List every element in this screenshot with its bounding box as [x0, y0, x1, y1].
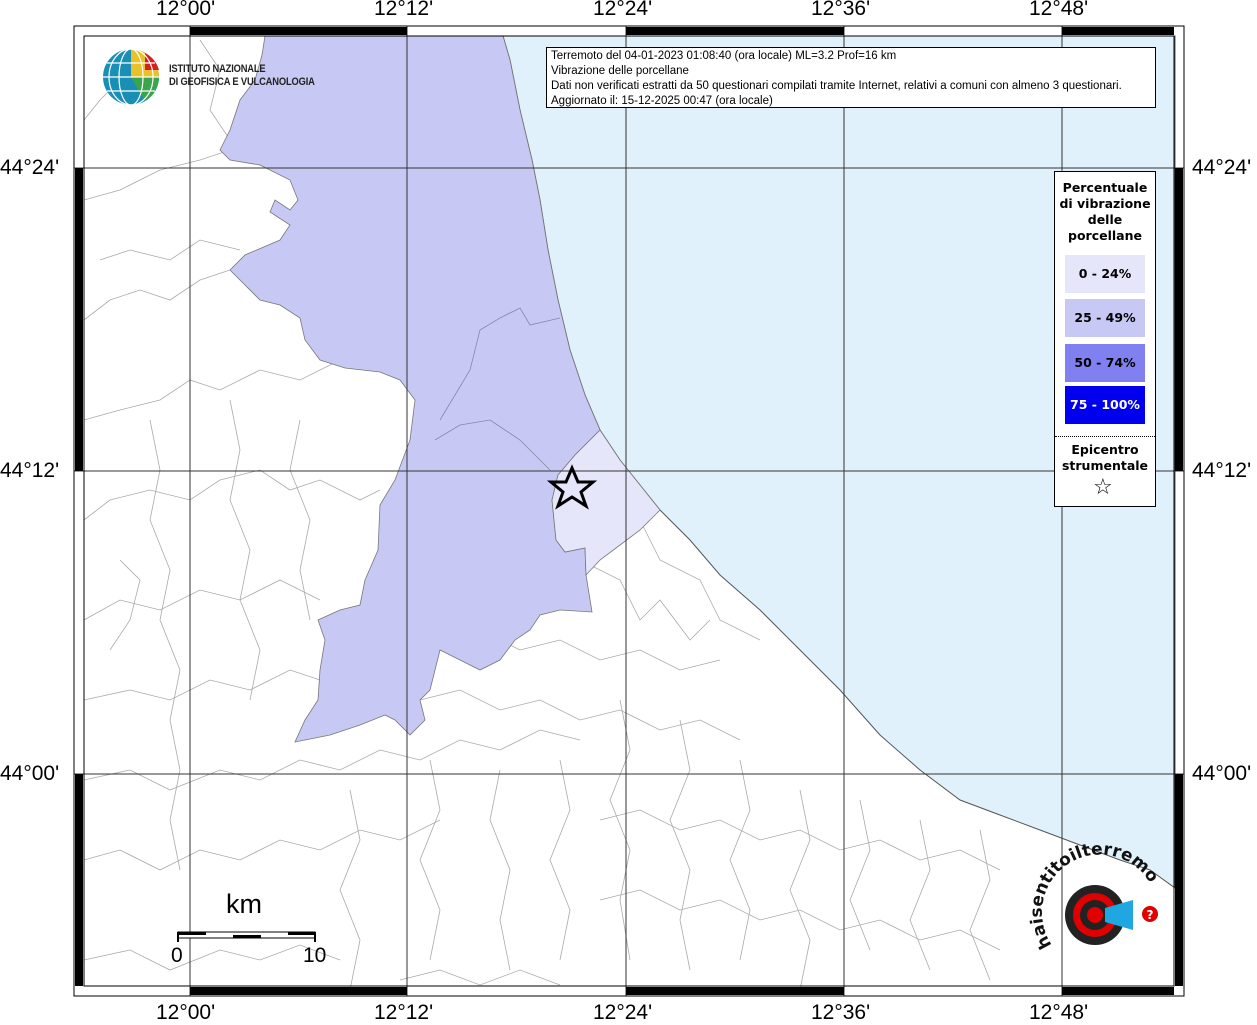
lat-label-right-3: 44°00' — [1192, 762, 1252, 785]
lon-label-bottom-1: 12°00' — [156, 1001, 216, 1024]
lon-label-bottom-4: 12°36' — [811, 1001, 871, 1024]
lon-label-top-3: 12°24' — [593, 0, 653, 20]
event-info-line: Terremoto del 04-01-2023 01:08:40 (ora l… — [551, 50, 897, 62]
legend-title-line: Percentuale — [1062, 180, 1148, 195]
scale-end-label: 10 — [303, 944, 327, 967]
legend-title-line: porcellane — [1068, 228, 1142, 243]
legend-item-25-49: 25 - 49% — [1065, 299, 1145, 337]
svg-text:?: ? — [1147, 908, 1154, 922]
ingv-logo-line: DI GEOFISICA E VULCANOLOGIA — [169, 76, 315, 88]
legend-item-label: 0 - 24% — [1078, 266, 1132, 281]
legend-epicenter-line: strumentale — [1061, 458, 1149, 473]
lat-label-right-1: 44°24' — [1192, 156, 1252, 179]
ingv-logo-text: ISTITUTO NAZIONALE DI GEOFISICA E VULCAN… — [169, 63, 315, 89]
lon-label-top-2: 12°12' — [374, 0, 434, 20]
event-info-line: Vibrazione delle porcellane — [551, 65, 689, 77]
legend-epicenter-star-icon: ☆ — [1093, 475, 1113, 500]
scale-unit-label: km — [226, 889, 262, 919]
lon-label-bottom-2: 12°12' — [374, 1001, 434, 1024]
legend-epicenter-line: Epicentro — [1071, 442, 1139, 457]
legend: Percentuale di vibrazione delle porcella… — [1054, 171, 1156, 507]
legend-item-label: 75 - 100% — [1070, 397, 1140, 412]
legend-divider — [1055, 436, 1155, 437]
legend-epicenter-label: Epicentro strumentale — [1055, 442, 1155, 474]
ingv-logo-globe — [103, 48, 159, 106]
lon-label-bottom-3: 12°24' — [593, 1001, 653, 1024]
legend-title-line: delle — [1087, 212, 1123, 227]
event-info-line: Aggiornato il: 15-12-2025 00:47 (ora loc… — [551, 95, 773, 107]
lat-label-left-1: 44°24' — [0, 156, 60, 179]
legend-title: Percentuale di vibrazione delle porcella… — [1055, 180, 1155, 244]
lat-label-right-2: 44°12' — [1192, 459, 1252, 482]
map-canvas: ? haisentitoilterremoto.it — [0, 0, 1185, 997]
lat-label-left-3: 44°00' — [0, 762, 60, 785]
ingv-logo-line: ISTITUTO NAZIONALE — [169, 63, 266, 75]
lon-label-top-1: 12°00' — [156, 0, 216, 20]
legend-item-label: 25 - 49% — [1074, 310, 1136, 325]
lon-label-top-5: 12°48' — [1029, 0, 1089, 20]
lon-label-bottom-5: 12°48' — [1029, 1001, 1089, 1024]
lon-label-top-4: 12°36' — [811, 0, 871, 20]
legend-item-75-100: 75 - 100% — [1065, 386, 1145, 424]
event-info-line: Dati non verificati estratti da 50 quest… — [551, 80, 1122, 92]
scale-start-label: 0 — [171, 944, 183, 967]
event-info-box: Terremoto del 04-01-2023 01:08:40 (ora l… — [546, 47, 1156, 108]
lat-label-left-2: 44°12' — [0, 459, 60, 482]
legend-item-label: 50 - 74% — [1074, 355, 1136, 370]
legend-title-line: di vibrazione — [1059, 196, 1151, 211]
legend-item-0-24: 0 - 24% — [1065, 255, 1145, 293]
legend-item-50-74: 50 - 74% — [1065, 344, 1145, 382]
